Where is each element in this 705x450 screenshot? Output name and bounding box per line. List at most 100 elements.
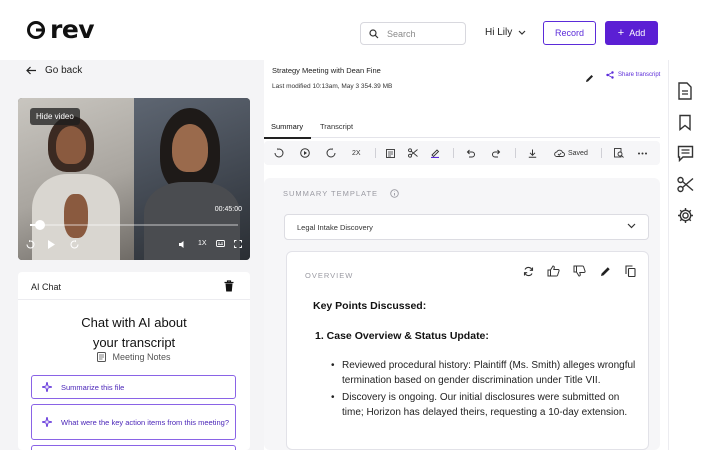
redo-icon[interactable] [492,146,501,160]
chevron-down-icon [627,223,636,229]
download-icon[interactable] [528,146,537,160]
chevron-down-icon [518,30,526,35]
document-icon [97,352,107,362]
record-button-label: Record [554,28,584,38]
highlighter-icon[interactable] [430,146,440,160]
summary-template-select[interactable]: Legal Intake Discovery [284,214,649,240]
share-icon [606,71,614,79]
document-tabs: Summary Transcript [264,120,660,138]
regenerate-icon[interactable] [523,264,534,282]
search-box[interactable] [360,22,466,45]
playback-speed-label: 1X [198,240,207,247]
suggested-prompt-text: Summarize this file [61,382,125,392]
play-circle-icon[interactable] [300,146,310,160]
search-icon [369,28,379,39]
ai-chat-header: AI Chat [18,272,250,300]
rev-logo-icon [27,21,45,39]
ai-chat-title: AI Chat [31,282,62,292]
plus-icon: + [617,27,625,39]
ai-chat-source: Meeting Notes [18,352,250,362]
playback-speed[interactable]: 2X [352,146,361,160]
user-menu[interactable]: Hi Lily [485,27,526,38]
playback-speed-label: 2X [352,149,361,157]
forward-icon[interactable] [326,146,336,160]
summary-template-label: SUMMARY TEMPLATE [283,189,399,198]
share-transcript-link[interactable]: Share transcript [606,71,660,79]
comment-icon[interactable] [677,145,694,167]
sparkle-icon [42,382,52,392]
toolbar-divider [453,148,454,158]
suggested-prompt-text: What were the key action items from this… [61,417,229,427]
scissors-icon[interactable] [677,176,694,198]
editor-toolbar: 2X Saved [264,141,660,165]
document-icon[interactable] [677,82,693,105]
list-item: Reviewed procedural history: Plaintiff (… [331,358,643,388]
saved-status-label: Saved [568,149,588,157]
share-transcript-label: Share transcript [618,72,661,78]
video-player[interactable]: Hide video 00:45:00 1X [18,98,250,260]
go-back-link[interactable]: Go back [26,65,82,76]
hide-video-button[interactable]: Hide video [30,108,80,125]
pencil-icon[interactable] [600,264,611,282]
overview-card: OVERVIEW Key Points Discussed: 1. Case O… [286,251,649,450]
user-name: Hi Lily [485,27,513,38]
hide-video-label: Hide video [36,112,74,121]
rewind-icon[interactable] [26,240,35,249]
more-options-icon[interactable] [638,146,647,160]
add-button[interactable]: + Add [605,21,658,45]
toolbar-divider [375,148,376,158]
overview-subheading: 1. Case Overview & Status Update: [315,330,489,342]
sparkle-icon [42,417,52,427]
tab-transcript[interactable]: Transcript [320,122,353,131]
go-back-label: Go back [45,65,83,76]
rewind-icon[interactable] [274,146,284,160]
record-button[interactable]: Record [543,21,596,45]
list-item: Discovery is ongoing. Our initial disclo… [331,390,643,420]
thumbs-down-icon[interactable] [573,264,586,282]
tab-summary[interactable]: Summary [271,122,303,131]
bookmark-icon[interactable] [677,114,693,136]
undo-icon[interactable] [466,146,475,160]
captions-icon[interactable] [216,240,225,247]
ai-chat-source-label: Meeting Notes [112,352,171,362]
playback-speed[interactable]: 1X [198,240,207,247]
overview-bullet-list: Reviewed procedural history: Plaintiff (… [331,358,643,422]
top-bar [0,0,705,60]
format-icon[interactable] [386,146,395,160]
active-tab-indicator [264,137,311,139]
ai-chat-heading-line2: your transcript [92,335,176,350]
suggested-prompt-partial[interactable] [31,445,236,450]
suggested-prompt[interactable]: What were the key action items from this… [31,404,236,440]
ai-chat-heading: Chat with AI about your transcript [18,313,250,353]
ai-chat-heading-line1: Chat with AI about [81,315,187,330]
video-timecode: 00:45:00 [214,206,242,213]
trash-icon[interactable] [224,279,234,297]
video-scrubber[interactable] [30,224,238,226]
cloud-check-icon [554,149,565,157]
document-meta: Last modified 10:13am, May 3 354.39 MB [272,83,393,90]
fullscreen-icon[interactable] [234,240,242,248]
forward-icon[interactable] [70,240,79,249]
ai-chat-panel: AI Chat Chat with AI about your transcri… [18,272,250,450]
overview-label: OVERVIEW [305,271,354,280]
add-button-label: Add [629,28,646,38]
rev-logo[interactable]: rev [26,15,95,44]
search-input[interactable] [387,28,457,39]
play-icon[interactable] [48,240,55,249]
volume-icon[interactable] [178,240,187,249]
pencil-icon[interactable] [585,70,594,88]
scissors-icon[interactable] [408,146,418,160]
logo-text: rev [50,15,95,44]
summary-template-text: SUMMARY TEMPLATE [283,189,379,198]
suggested-prompt[interactable]: Summarize this file [31,375,236,399]
toolbar-divider [515,148,516,158]
saved-status: Saved [554,146,588,160]
copy-icon[interactable] [625,264,636,282]
info-icon[interactable] [390,189,399,198]
arrow-left-icon [26,66,36,75]
gear-icon[interactable] [677,207,694,229]
thumbs-up-icon[interactable] [547,264,560,282]
find-icon[interactable] [614,146,624,160]
summary-template-value: Legal Intake Discovery [297,223,373,232]
overview-heading: Key Points Discussed: [313,300,427,312]
